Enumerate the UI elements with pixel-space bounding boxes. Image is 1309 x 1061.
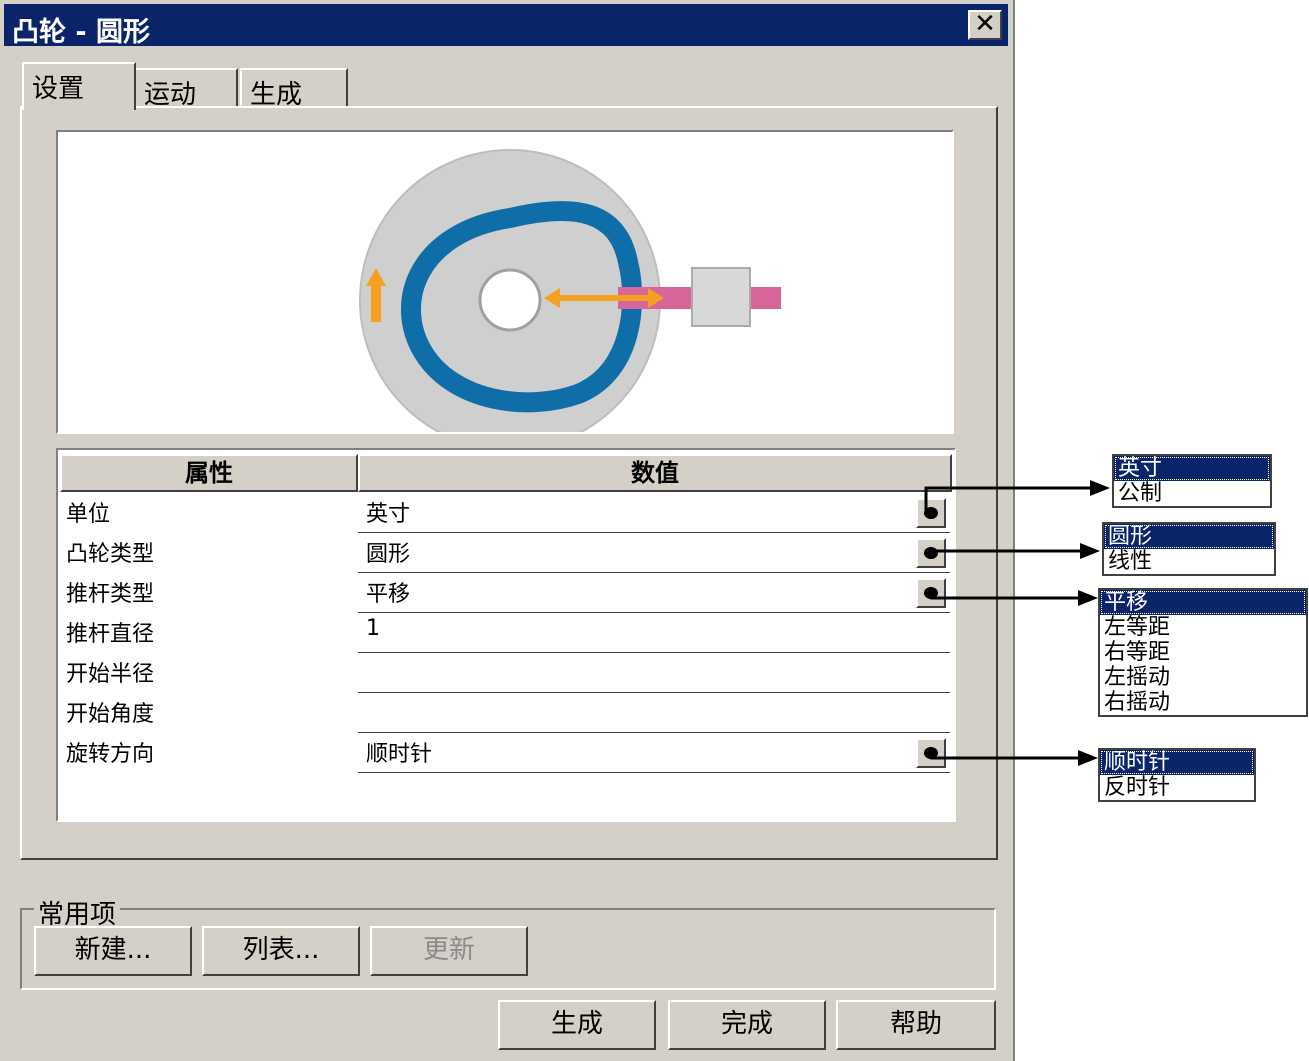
column-header-property: 属性 — [60, 454, 358, 492]
dropdown-button[interactable] — [916, 578, 946, 608]
dropdown-option[interactable]: 左等距 — [1100, 615, 1306, 640]
row-divider — [358, 732, 950, 733]
property-grid: 属性 数值 单位 英寸凸轮类型 圆形推杆类型 平移推杆直径 1 开始半径开始角度旋转方向 顺… — [56, 448, 956, 822]
finish-button[interactable]: 完成 — [668, 1000, 826, 1050]
rotation-dropdown-list: 顺时针 反时针 — [1098, 748, 1256, 802]
property-name: 推杆直径 — [66, 622, 155, 647]
cam-dialog: 凸轮 - 圆形 ✕ 设置 运动 生成 属性 数值 单位 英寸凸轮类型 圆形推杆类型 平… — [0, 0, 1015, 1061]
property-name: 单位 — [66, 502, 111, 527]
dropdown-option[interactable]: 线性 — [1104, 549, 1274, 574]
arrow-head-icon — [1078, 750, 1098, 766]
units-dropdown-list: 英寸 公制 — [1112, 454, 1272, 508]
dropdown-option[interactable]: 顺时针 — [1100, 750, 1254, 775]
arrow-head-icon — [1078, 590, 1098, 606]
property-name: 凸轮类型 — [66, 542, 155, 567]
property-value[interactable]: 顺时针 — [366, 736, 432, 768]
row-divider — [358, 652, 950, 653]
arrow-head-icon — [1090, 480, 1110, 496]
row-divider — [358, 772, 950, 773]
new-button[interactable]: 新建... — [34, 926, 192, 976]
generate-button[interactable]: 生成 — [498, 1000, 656, 1050]
dropdown-option[interactable]: 左摇动 — [1100, 665, 1306, 690]
row-divider — [358, 692, 950, 693]
property-value[interactable]: 1 — [366, 616, 380, 641]
property-name: 旋转方向 — [66, 742, 155, 767]
dropdown-option[interactable]: 反时针 — [1100, 775, 1254, 800]
property-value[interactable]: 平移 — [366, 576, 410, 608]
row-divider — [358, 572, 950, 573]
tab-motion[interactable]: 运动 — [134, 68, 238, 110]
dropdown-option[interactable]: 平移 — [1100, 590, 1306, 615]
close-button[interactable]: ✕ — [968, 10, 1002, 40]
cam-preview — [56, 130, 954, 434]
property-name: 推杆类型 — [66, 582, 155, 607]
list-button[interactable]: 列表... — [202, 926, 360, 976]
dropdown-button[interactable] — [916, 738, 946, 768]
dropdown-button[interactable] — [916, 538, 946, 568]
property-value[interactable]: 英寸 — [366, 496, 410, 528]
title-bar[interactable]: 凸轮 - 圆形 ✕ — [4, 4, 1008, 48]
dropdown-option[interactable]: 右等距 — [1100, 640, 1306, 665]
column-header-value: 数值 — [358, 454, 952, 492]
dropdown-option[interactable]: 公制 — [1114, 481, 1270, 506]
dropdown-button[interactable] — [916, 498, 946, 528]
help-button[interactable]: 帮助 — [836, 1000, 996, 1050]
property-name: 开始角度 — [66, 702, 155, 727]
tab-settings[interactable]: 设置 — [22, 62, 136, 110]
follower-guide — [691, 267, 751, 327]
dropdown-option[interactable]: 英寸 — [1114, 456, 1270, 481]
dropdown-option[interactable]: 圆形 — [1104, 524, 1274, 549]
row-divider — [358, 532, 950, 533]
tab-generate[interactable]: 生成 — [240, 68, 348, 110]
dropdown-option[interactable]: 右摇动 — [1100, 690, 1306, 715]
cam-hub — [478, 268, 542, 332]
window-title: 凸轮 - 圆形 — [12, 17, 151, 48]
cam-type-dropdown-list: 圆形 线性 — [1102, 522, 1276, 576]
row-divider — [358, 612, 950, 613]
arrow-head-icon — [1080, 543, 1100, 559]
update-button: 更新 — [370, 926, 528, 976]
follower-type-dropdown-list: 平移 左等距 右等距 左摇动 右摇动 — [1098, 588, 1308, 717]
property-name: 开始半径 — [66, 662, 155, 687]
cam-illustration — [359, 149, 781, 432]
property-value[interactable]: 圆形 — [366, 536, 410, 568]
